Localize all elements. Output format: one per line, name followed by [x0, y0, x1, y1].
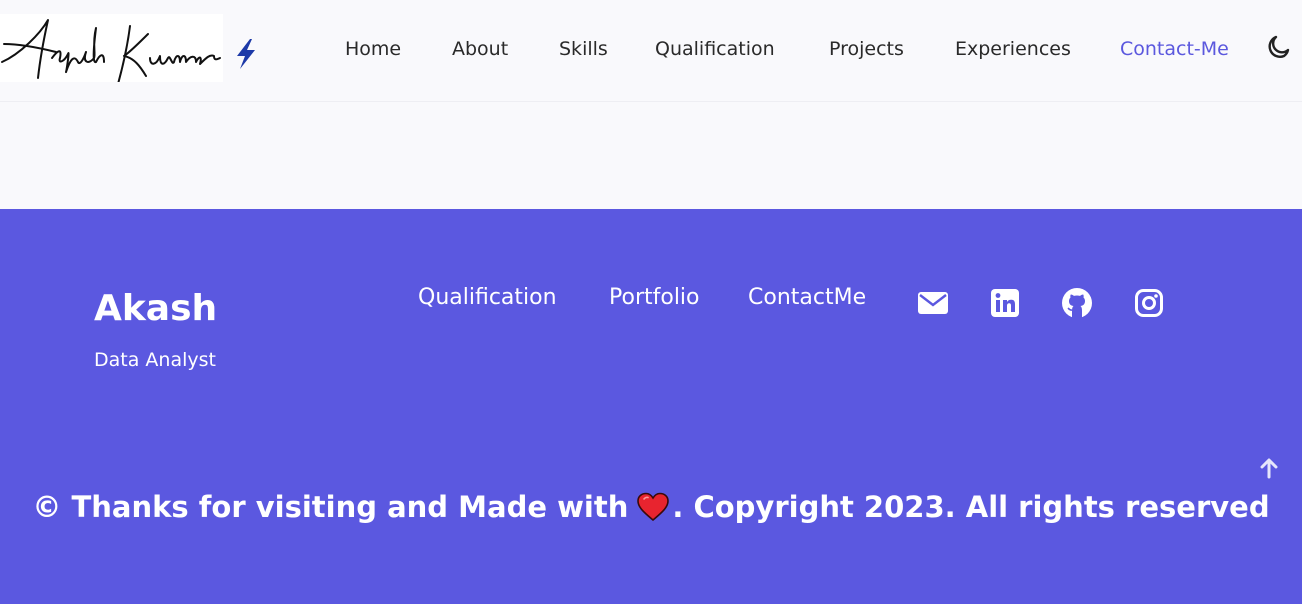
heart-icon	[636, 492, 670, 532]
footer-link-portfolio[interactable]: Portfolio	[609, 283, 700, 313]
nav-projects[interactable]: Projects	[829, 35, 904, 63]
footer-tagline: Data Analyst	[94, 349, 216, 371]
envelope-icon[interactable]	[916, 286, 950, 320]
copyright-text: © Thanks for visiting and Made with . Co…	[0, 487, 1302, 532]
copyright-before: © Thanks for visiting and Made with	[32, 490, 629, 524]
footer-brand: Akash	[94, 288, 218, 329]
nav-about[interactable]: About	[452, 35, 508, 63]
nav-contact-me[interactable]: Contact-Me	[1120, 35, 1229, 63]
site-footer: Akash Data Analyst Qualification Portfol…	[0, 209, 1302, 604]
footer-link-contactme[interactable]: ContactMe	[748, 283, 866, 313]
nav-experiences[interactable]: Experiences	[955, 35, 1071, 63]
main-nav: Home About Skills Qualification Projects…	[0, 35, 1302, 63]
nav-qualification[interactable]: Qualification	[655, 35, 775, 63]
linkedin-icon[interactable]	[988, 286, 1022, 320]
moon-icon[interactable]	[1264, 33, 1294, 63]
footer-link-qualification[interactable]: Qualification	[418, 283, 557, 313]
copyright-after: . Copyright 2023. All rights reserved	[672, 490, 1270, 524]
nav-home[interactable]: Home	[345, 35, 401, 63]
site-header: Home About Skills Qualification Projects…	[0, 0, 1302, 102]
arrow-up-icon[interactable]	[1254, 453, 1284, 483]
nav-skills[interactable]: Skills	[559, 35, 608, 63]
instagram-icon[interactable]	[1132, 286, 1166, 320]
github-icon[interactable]	[1060, 286, 1094, 320]
